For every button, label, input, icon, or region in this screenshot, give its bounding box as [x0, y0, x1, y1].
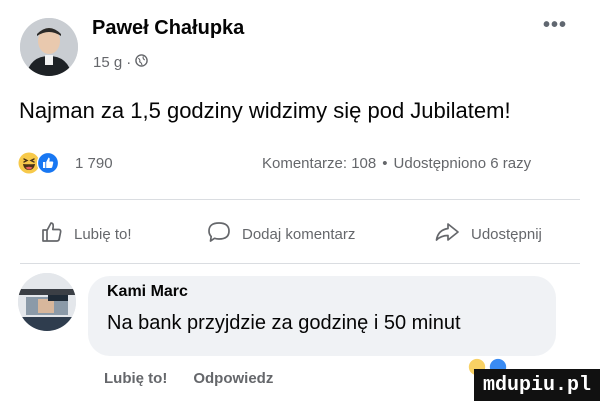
- share-arrow-icon: [433, 220, 461, 248]
- watermark-logo: mdupiu.pl: [474, 369, 600, 401]
- post-meta: 15 g ·: [93, 54, 148, 71]
- share-label: Udostępnij: [471, 225, 542, 243]
- commenter-name[interactable]: Kami Marc: [107, 283, 188, 301]
- reaction-icons[interactable]: [18, 151, 60, 179]
- author-name[interactable]: Paweł Chałupka: [92, 17, 244, 40]
- divider-top: [20, 199, 580, 200]
- like-label: Lubię to!: [74, 225, 132, 243]
- like-button[interactable]: Lubię to!: [40, 220, 132, 248]
- reaction-count[interactable]: 1 790: [75, 155, 113, 172]
- divider-bottom: [20, 263, 580, 264]
- comment-like-link[interactable]: Lubię to!: [104, 370, 167, 387]
- thumbs-up-icon: [40, 220, 64, 248]
- author-avatar[interactable]: [20, 18, 78, 76]
- more-options-icon[interactable]: •••: [543, 14, 567, 37]
- like-reaction-icon: [36, 151, 60, 179]
- post-time[interactable]: 15 g: [93, 54, 122, 71]
- post-stats: Komentarze: 108 • Udostępniono 6 razy: [262, 155, 531, 172]
- shares-count[interactable]: Udostępniono 6 razy: [394, 155, 532, 172]
- speech-bubble-icon: [206, 220, 232, 248]
- globe-icon: [135, 54, 148, 71]
- share-button[interactable]: Udostępnij: [433, 220, 542, 248]
- comment-reply-link[interactable]: Odpowiedz: [193, 370, 273, 387]
- comment-text: Na bank przyjdzie za godzinę i 50 minut: [107, 312, 461, 334]
- commenter-avatar[interactable]: [18, 273, 76, 331]
- meta-separator: ·: [126, 54, 132, 71]
- comment-label: Dodaj komentarz: [242, 225, 356, 243]
- comments-count[interactable]: Komentarze: 108: [262, 155, 376, 172]
- stats-separator: •: [382, 155, 388, 172]
- comment-actions: Lubię to! Odpowiedz: [104, 370, 273, 387]
- comment-button[interactable]: Dodaj komentarz: [206, 220, 355, 248]
- post-text: Najman za 1,5 godziny widzimy się pod Ju…: [19, 98, 511, 123]
